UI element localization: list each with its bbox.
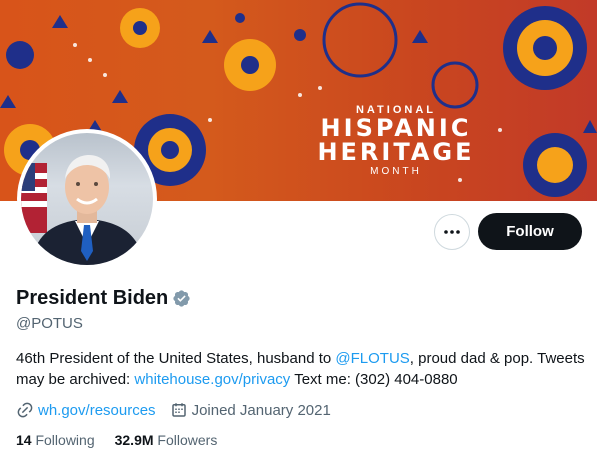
joined-date: Joined January 2021 xyxy=(191,401,331,419)
link-icon xyxy=(17,402,33,418)
follow-stats: 14 Following 32.9M Followers xyxy=(16,432,237,448)
followers-link[interactable]: 32.9M Followers xyxy=(115,432,218,448)
display-name: President Biden xyxy=(16,287,169,309)
followers-label: Followers xyxy=(157,432,218,448)
profile-meta: wh.gov/resources Joined January 2021 xyxy=(16,401,345,419)
calendar-icon xyxy=(171,403,186,417)
follow-button[interactable]: Follow xyxy=(478,213,582,250)
bio-text-1: 46th President of the United States, hus… xyxy=(16,350,336,367)
website-item[interactable]: wh.gov/resources xyxy=(16,401,156,419)
joined-item: Joined January 2021 xyxy=(170,401,331,419)
more-dots-icon xyxy=(444,230,460,234)
archive-link[interactable]: whitehouse.gov/privacy xyxy=(134,371,290,388)
user-handle: @POTUS xyxy=(16,315,83,332)
followers-count: 32.9M xyxy=(114,432,154,448)
following-count: 14 xyxy=(16,432,32,448)
profile-photo xyxy=(21,133,153,265)
following-label: Following xyxy=(35,432,95,448)
banner-title: NATIONAL HISPANIC HERITAGE MONTH xyxy=(296,104,496,177)
profile-bio: 46th President of the United States, hus… xyxy=(16,348,586,390)
following-link[interactable]: 14 Following xyxy=(16,432,95,448)
banner-line-hispanic: HISPANIC xyxy=(320,114,472,142)
bio-text-3: Text me: (302) 404-0880 xyxy=(290,371,458,388)
avatar[interactable] xyxy=(17,129,157,269)
verified-badge-icon[interactable] xyxy=(172,289,191,308)
profile-photo-drawing xyxy=(21,155,145,265)
profile-name-row: President Biden xyxy=(16,287,191,310)
banner-line-heritage: HERITAGE xyxy=(317,138,475,166)
flotus-mention-link[interactable]: @FLOTUS xyxy=(335,350,409,367)
more-options-button[interactable] xyxy=(434,214,470,250)
website-link[interactable]: wh.gov/resources xyxy=(38,402,156,419)
banner-line-month: MONTH xyxy=(370,166,422,177)
